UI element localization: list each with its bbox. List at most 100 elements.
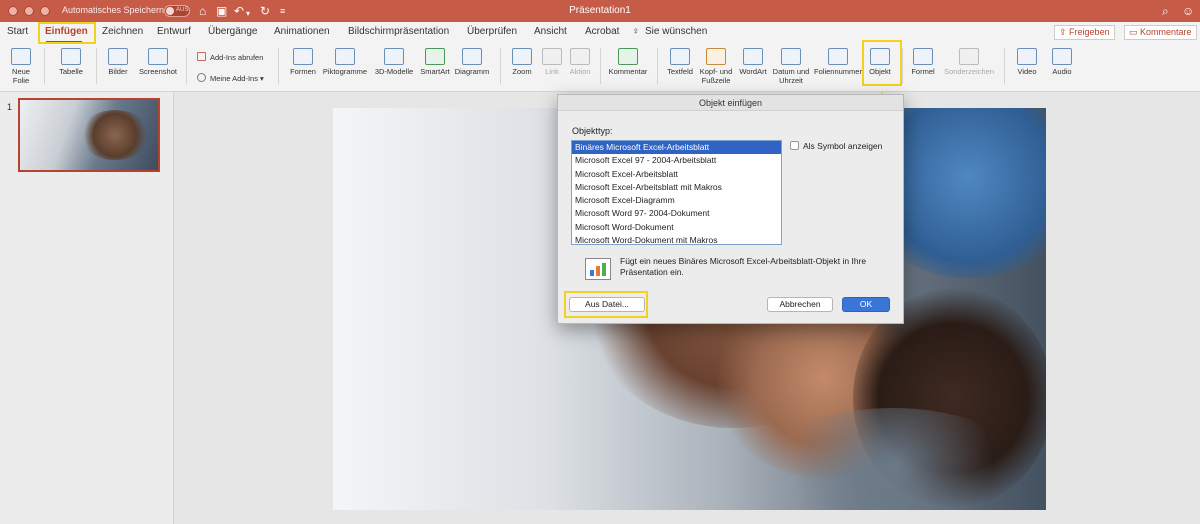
slide-number-button[interactable]: Foliennummer [814,48,862,76]
ribbon-separator [600,48,601,84]
highlight-object-button [862,40,902,86]
speaker-icon [1052,48,1072,65]
tab-animationen[interactable]: Animationen [274,26,330,37]
insert-object-dialog: Objekt einfügen Objekttyp: Binäres Micro… [557,94,904,324]
table-button[interactable]: Tabelle [56,48,86,76]
ribbon-separator [657,48,658,84]
highlight-tab-einfuegen [38,22,96,44]
3d-models-label: 3D-Modelle [374,67,414,76]
list-item[interactable]: Microsoft Excel-Diagramm [572,194,781,207]
new-slide-label: Neue Folie [12,67,30,85]
smartart-button[interactable]: SmartArt [418,48,452,76]
symbol-label: Sonderzeichen [943,67,995,76]
icons-icon [335,48,355,65]
shapes-label: Formen [290,67,316,76]
tab-ansicht[interactable]: Ansicht [534,26,567,37]
shapes-button[interactable]: Formen [288,48,318,76]
dialog-title: Objekt einfügen [558,95,903,111]
action-button[interactable]: Aktion [567,48,593,76]
audio-label: Audio [1052,67,1072,76]
smartart-icon [425,48,445,65]
ribbon-separator [1004,48,1005,84]
object-description: Fügt ein neues Binäres Microsoft Excel-A… [620,256,867,277]
audio-button[interactable]: Audio [1048,48,1076,76]
comment-button[interactable]: Kommentar [607,48,649,76]
tab-bildschirmpraesentation[interactable]: Bildschirmpräsentation [348,26,449,37]
3d-models-button[interactable]: 3D-Modelle [373,48,415,76]
tell-me-search[interactable]: Sie wünschen [645,26,707,37]
show-as-icon-label: Als Symbol anzeigen [803,141,883,151]
slide-thumbnail[interactable] [18,98,160,172]
my-addins-button[interactable]: Meine Add-Ins ▾ [197,73,264,83]
slide-number-icon [828,48,848,65]
cube-icon [384,48,404,65]
get-addins-button[interactable]: Add-Ins abrufen [197,52,263,62]
pi-icon [913,48,933,65]
video-button[interactable]: Video [1013,48,1041,76]
wordart-icon [743,48,763,65]
screenshot-button[interactable]: Screenshot [137,48,179,76]
comment-icon [618,48,638,65]
list-item[interactable]: Microsoft Excel-Arbeitsblatt mit Makros [572,181,781,194]
share-button[interactable]: ⇪ Freigeben [1054,25,1115,40]
symbol-button[interactable]: Sonderzeichen [942,48,996,76]
list-item[interactable]: Microsoft Excel-Arbeitsblatt [572,168,781,181]
date-time-button[interactable]: Datum und Uhrzeit [771,48,811,85]
tab-ueberpruefen[interactable]: Überprüfen [467,26,517,37]
object-type-list[interactable]: Binäres Microsoft Excel-Arbeitsblatt Mic… [571,140,782,245]
lightbulb-icon: ♀ [632,26,640,37]
show-as-icon-checkbox[interactable] [790,141,799,150]
title-bar: Automatisches Speichern AUS ⌂ ▣ ↶ ▾ ↻ ≡ … [0,0,1200,22]
list-item[interactable]: Microsoft Word-Dokument mit Makros [572,234,781,244]
wordart-label: WordArt [739,67,767,76]
link-button[interactable]: Link [541,48,563,76]
list-item[interactable]: Binäres Microsoft Excel-Arbeitsblatt [572,141,781,155]
chart-button[interactable]: Diagramm [454,48,490,76]
textbox-icon [670,48,690,65]
list-item[interactable]: Microsoft Word-Dokument [572,221,781,234]
picture-icon [108,48,128,65]
zoom-icon [512,48,532,65]
screenshot-icon [148,48,168,65]
list-item[interactable]: Microsoft Word 97- 2004-Dokument [572,207,781,220]
store-icon [197,52,206,61]
icons-button[interactable]: Piktogramme [322,48,368,76]
chart-icon [462,48,482,65]
tab-start[interactable]: Start [7,26,28,37]
equation-label: Formel [911,67,935,76]
header-footer-label: Kopf- und Fußzeile [699,67,733,85]
zoom-button[interactable]: Zoom [508,48,536,76]
equation-button[interactable]: Formel [909,48,937,76]
bar [590,270,594,276]
slides-pane: 1 [0,92,174,524]
shapes-icon [293,48,313,65]
tab-zeichnen[interactable]: Zeichnen [102,26,143,37]
header-footer-button[interactable]: Kopf- und Fußzeile [697,48,735,85]
bar [602,263,606,276]
smiley-icon[interactable]: ☺ [1182,3,1194,19]
tab-acrobat[interactable]: Acrobat [585,26,619,37]
zoom-label: Zoom [512,67,532,76]
addins-icon [197,73,206,82]
new-slide-icon [11,48,31,65]
list-item[interactable]: Microsoft Excel 97 - 2004-Arbeitsblatt [572,154,781,167]
comments-button[interactable]: ▭ Kommentare [1124,25,1197,40]
cancel-button[interactable]: Abbrechen [767,297,833,312]
search-icon[interactable]: ⌕ [1162,3,1169,19]
ribbon-separator [902,48,903,84]
textbox-label: Textfeld [667,67,693,76]
ribbon-separator [186,48,187,84]
tab-entwurf[interactable]: Entwurf [157,26,191,37]
pictures-button[interactable]: Bilder [104,48,132,76]
ok-button[interactable]: OK [842,297,890,312]
new-slide-button[interactable]: Neue Folie [7,48,35,85]
textbox-button[interactable]: Textfeld [665,48,695,76]
wordart-button[interactable]: WordArt [737,48,769,76]
get-addins-label: Add-Ins abrufen [210,53,264,62]
smartart-label: SmartArt [420,67,450,76]
table-label: Tabelle [59,67,83,76]
calendar-icon [781,48,801,65]
omega-icon [959,48,979,65]
tab-uebergaenge[interactable]: Übergänge [208,26,257,37]
ribbon-tabs: Start Einfügen Zeichnen Entwurf Übergäng… [0,22,1200,44]
